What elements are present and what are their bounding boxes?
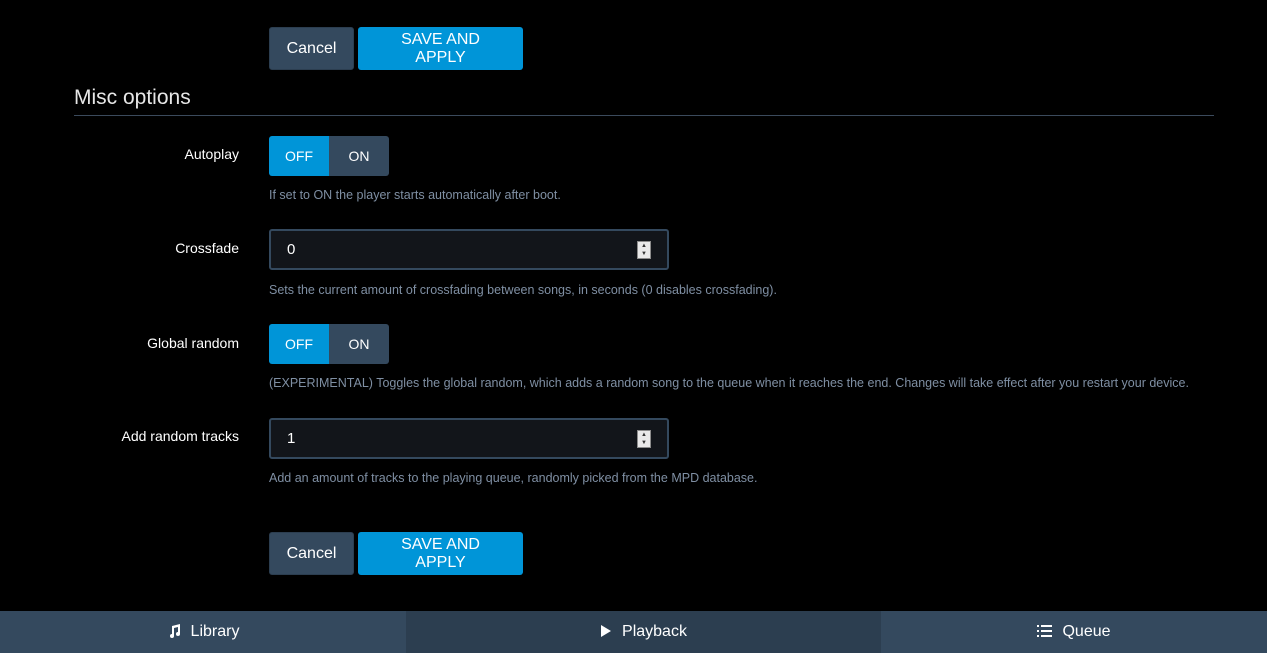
play-icon [600, 624, 612, 640]
save-and-apply-button[interactable]: SAVE AND APPLY [358, 27, 523, 70]
bottom-navigation: Library Playback Queue [0, 611, 1267, 653]
autoplay-label: Autoplay [184, 146, 239, 162]
random-tracks-help: Add an amount of tracks to the playing q… [269, 471, 758, 485]
nav-tab-playback-label: Playback [622, 623, 687, 640]
section-divider [74, 115, 1214, 116]
random-tracks-input[interactable]: 1 ▲ ▼ [269, 418, 669, 459]
crossfade-value: 0 [287, 241, 296, 258]
crossfade-label: Crossfade [175, 240, 239, 256]
autoplay-off-option[interactable]: OFF [269, 136, 329, 176]
spin-down-icon[interactable]: ▼ [641, 251, 647, 257]
music-note-icon [167, 623, 181, 641]
spin-up-icon[interactable]: ▲ [641, 243, 647, 249]
list-icon [1037, 624, 1053, 640]
global-random-off-option[interactable]: OFF [269, 324, 329, 364]
nav-tab-queue[interactable]: Queue [881, 611, 1267, 653]
top-action-bar: Cancel SAVE AND APPLY [269, 27, 523, 70]
cancel-button[interactable]: Cancel [269, 27, 354, 70]
cancel-button[interactable]: Cancel [269, 532, 354, 575]
nav-tab-queue-label: Queue [1062, 623, 1111, 640]
spin-up-icon[interactable]: ▲ [641, 432, 647, 438]
nav-tab-library-label: Library [190, 623, 240, 640]
random-tracks-spinner[interactable]: ▲ ▼ [637, 429, 651, 448]
crossfade-spinner[interactable]: ▲ ▼ [637, 240, 651, 259]
section-title: Misc options [74, 86, 191, 109]
nav-tab-library[interactable]: Library [0, 611, 406, 653]
nav-tab-playback[interactable]: Playback [406, 611, 881, 653]
random-tracks-label: Add random tracks [121, 428, 240, 444]
global-random-help: (EXPERIMENTAL) Toggles the global random… [269, 376, 1189, 390]
crossfade-input[interactable]: 0 ▲ ▼ [269, 229, 669, 270]
global-random-label: Global random [147, 335, 239, 351]
spin-down-icon[interactable]: ▼ [641, 440, 647, 446]
save-and-apply-button[interactable]: SAVE AND APPLY [358, 532, 523, 575]
settings-page: Cancel SAVE AND APPLY Misc options Autop… [0, 0, 1267, 653]
autoplay-toggle: OFF ON [269, 136, 389, 176]
random-tracks-value: 1 [287, 430, 296, 447]
autoplay-help: If set to ON the player starts automatic… [269, 188, 561, 202]
bottom-action-bar: Cancel SAVE AND APPLY [269, 532, 523, 575]
crossfade-help: Sets the current amount of crossfading b… [269, 283, 777, 297]
global-random-on-option[interactable]: ON [329, 324, 389, 364]
global-random-toggle: OFF ON [269, 324, 389, 364]
autoplay-on-option[interactable]: ON [329, 136, 389, 176]
